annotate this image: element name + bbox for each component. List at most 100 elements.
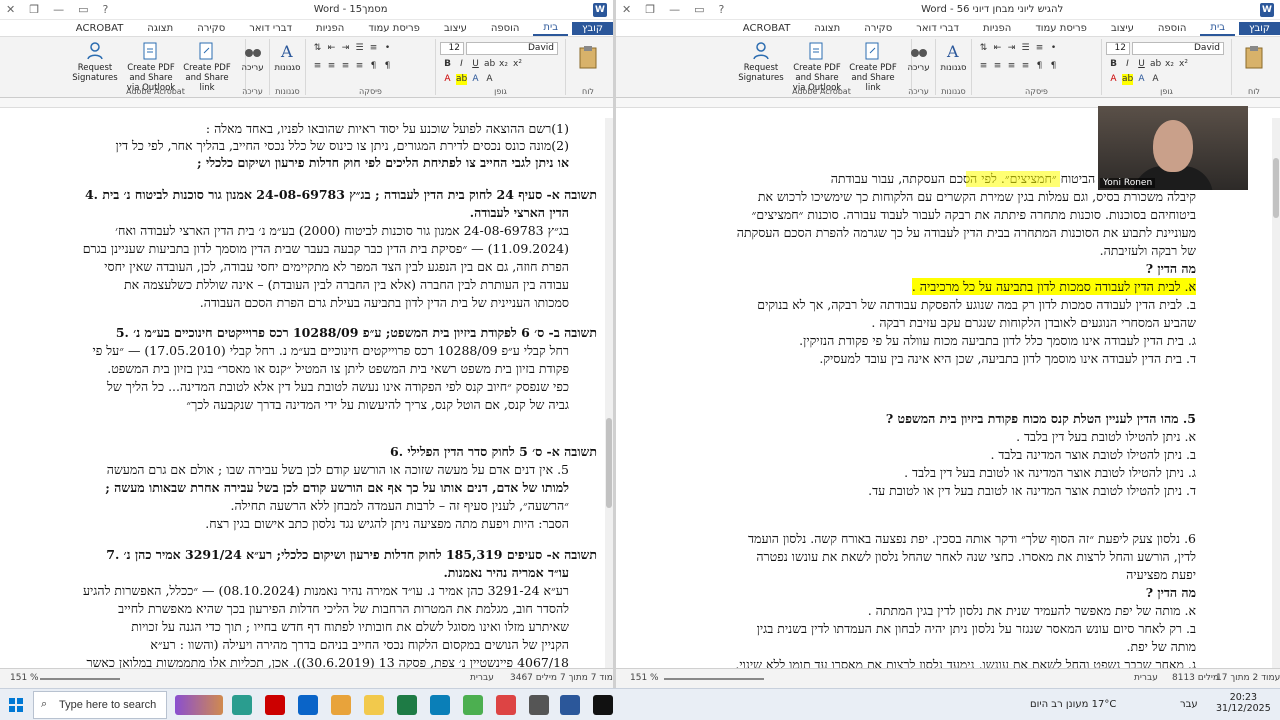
- multilevel-list-icon[interactable]: ☰: [1020, 43, 1031, 54]
- clock[interactable]: 20:23 31/12/2025: [1216, 692, 1271, 714]
- zoom-level[interactable]: 151 %: [10, 673, 39, 683]
- ribbon-display-icon[interactable]: ▭: [694, 3, 704, 16]
- close-icon[interactable]: ✕: [622, 3, 631, 16]
- tab-insert[interactable]: הוספה: [1148, 22, 1197, 35]
- ribbon-display-icon[interactable]: ▭: [78, 3, 88, 16]
- tab-acrobat[interactable]: ACROBAT: [66, 22, 134, 35]
- edit-button-label[interactable]: עריכה: [236, 63, 269, 73]
- highlight-icon[interactable]: ab: [456, 74, 467, 85]
- ltr-icon[interactable]: ¶: [1034, 61, 1045, 72]
- language-status[interactable]: עברית: [470, 673, 494, 683]
- indent-icon[interactable]: ⇤: [992, 43, 1003, 54]
- numbered-list-icon[interactable]: ≡: [368, 43, 379, 54]
- vlc-app-icon[interactable]: [331, 695, 351, 715]
- font-color-icon[interactable]: A: [1108, 74, 1119, 85]
- restore-icon[interactable]: ❐: [645, 3, 655, 16]
- weather-widget[interactable]: 17°C מעונן רב היום: [1030, 699, 1116, 710]
- scroll-thumb[interactable]: [1273, 158, 1279, 218]
- vertical-scrollbar[interactable]: [605, 118, 613, 688]
- font-color-icon[interactable]: A: [442, 74, 453, 85]
- copilot-icon[interactable]: [232, 695, 252, 715]
- tab-view[interactable]: תצוגה: [804, 22, 850, 35]
- tab-home[interactable]: בית: [533, 21, 568, 36]
- italic-icon[interactable]: I: [1122, 59, 1133, 70]
- numbered-list-icon[interactable]: ≡: [1034, 43, 1045, 54]
- tab-layout[interactable]: פריסת עמוד: [1025, 22, 1097, 35]
- minimize-icon[interactable]: —: [53, 3, 64, 16]
- multilevel-list-icon[interactable]: ☰: [354, 43, 365, 54]
- bold-icon[interactable]: B: [1108, 59, 1119, 70]
- align-center-icon[interactable]: ≡: [1006, 61, 1017, 72]
- italic-icon[interactable]: I: [456, 59, 467, 70]
- create-pdf-outlook-button[interactable]: Create PDF and Share via Outlook: [790, 41, 844, 93]
- acrobat-app-icon[interactable]: [265, 695, 285, 715]
- align-right-icon[interactable]: ≡: [992, 61, 1003, 72]
- clear-format-icon[interactable]: A: [484, 74, 495, 85]
- vertical-scrollbar[interactable]: [1272, 118, 1280, 688]
- tab-home[interactable]: בית: [1200, 21, 1235, 36]
- styles-button-label[interactable]: סגנונות: [936, 63, 971, 73]
- styles-button-label[interactable]: סגנונות: [270, 63, 305, 73]
- outlook-app-icon[interactable]: [298, 695, 318, 715]
- bullets-icon[interactable]: •: [1048, 43, 1059, 54]
- file-explorer-icon[interactable]: [364, 695, 384, 715]
- tab-references[interactable]: הפניות: [306, 22, 354, 35]
- font-name-combo[interactable]: David: [1132, 42, 1224, 55]
- scroll-thumb[interactable]: [606, 418, 612, 508]
- tab-layout[interactable]: פריסת עמוד: [358, 22, 430, 35]
- document-area[interactable]: (1)רשם ההוצאה לפועל שוכנע על יסוד ראיות …: [0, 118, 613, 688]
- strikethrough-icon[interactable]: ab: [1150, 59, 1161, 70]
- ltr-icon[interactable]: ¶: [368, 61, 379, 72]
- outdent-icon[interactable]: ⇥: [1006, 43, 1017, 54]
- outdent-icon[interactable]: ⇥: [340, 43, 351, 54]
- request-signatures-button[interactable]: Request Signatures: [68, 41, 122, 83]
- tab-file[interactable]: קובץ: [1239, 21, 1280, 35]
- bold-icon[interactable]: B: [442, 59, 453, 70]
- tab-acrobat[interactable]: ACROBAT: [733, 22, 801, 35]
- underline-icon[interactable]: U: [1136, 59, 1147, 70]
- edit-button-label[interactable]: עריכה: [902, 63, 935, 73]
- document-area[interactable]: תיק לקוחות בסוכנות הביטוח ״חמציצים״. לפי…: [616, 118, 1280, 688]
- minimize-icon[interactable]: —: [669, 3, 680, 16]
- zoom-app-icon[interactable]: [496, 695, 516, 715]
- strikethrough-icon[interactable]: ab: [484, 59, 495, 70]
- tab-review[interactable]: סקירה: [854, 22, 902, 35]
- align-justify-icon[interactable]: ≡: [312, 61, 323, 72]
- clear-format-icon[interactable]: A: [1150, 74, 1161, 85]
- rtl-icon[interactable]: ¶: [382, 61, 393, 72]
- bullets-icon[interactable]: •: [382, 43, 393, 54]
- align-left-icon[interactable]: ≡: [1020, 61, 1031, 72]
- highlight-icon[interactable]: ab: [1122, 74, 1133, 85]
- request-signatures-button[interactable]: Request Signatures: [734, 41, 788, 83]
- tab-design[interactable]: עיצוב: [434, 22, 477, 35]
- tab-file[interactable]: קובץ: [572, 21, 613, 35]
- font-size-combo[interactable]: 12: [1106, 42, 1130, 55]
- terminal-app-icon[interactable]: [593, 695, 613, 715]
- page-number[interactable]: עמוד 7 מתוך 7: [560, 673, 613, 683]
- page-number[interactable]: עמוד 2 מתוך 17: [1216, 673, 1280, 683]
- tab-review[interactable]: סקירה: [187, 22, 235, 35]
- language-indicator[interactable]: עבר: [1180, 699, 1198, 710]
- align-justify-icon[interactable]: ≡: [978, 61, 989, 72]
- subscript-icon[interactable]: x₂: [1164, 59, 1175, 70]
- edge-app-icon[interactable]: [430, 695, 450, 715]
- word-count[interactable]: 8113 מילים: [1172, 673, 1219, 683]
- align-center-icon[interactable]: ≡: [340, 61, 351, 72]
- tab-design[interactable]: עיצוב: [1101, 22, 1144, 35]
- zoom-slider[interactable]: [664, 678, 764, 680]
- tab-references[interactable]: הפניות: [973, 22, 1021, 35]
- word-app-icon[interactable]: [560, 695, 580, 715]
- create-pdf-link-button[interactable]: Create PDF and Share link: [180, 41, 234, 93]
- superscript-icon[interactable]: x²: [512, 59, 523, 70]
- language-status[interactable]: עברית: [1134, 673, 1158, 683]
- text-effects-icon[interactable]: A: [1136, 74, 1147, 85]
- chrome-app-icon[interactable]: [463, 695, 483, 715]
- align-left-icon[interactable]: ≡: [354, 61, 365, 72]
- calculator-app-icon[interactable]: [529, 695, 549, 715]
- zoom-level[interactable]: 151 %: [630, 673, 659, 683]
- tab-insert[interactable]: הוספה: [481, 22, 530, 35]
- zoom-slider[interactable]: [40, 678, 120, 680]
- subscript-icon[interactable]: x₂: [498, 59, 509, 70]
- create-pdf-outlook-button[interactable]: Create PDF and Share via Outlook: [124, 41, 178, 93]
- indent-icon[interactable]: ⇤: [326, 43, 337, 54]
